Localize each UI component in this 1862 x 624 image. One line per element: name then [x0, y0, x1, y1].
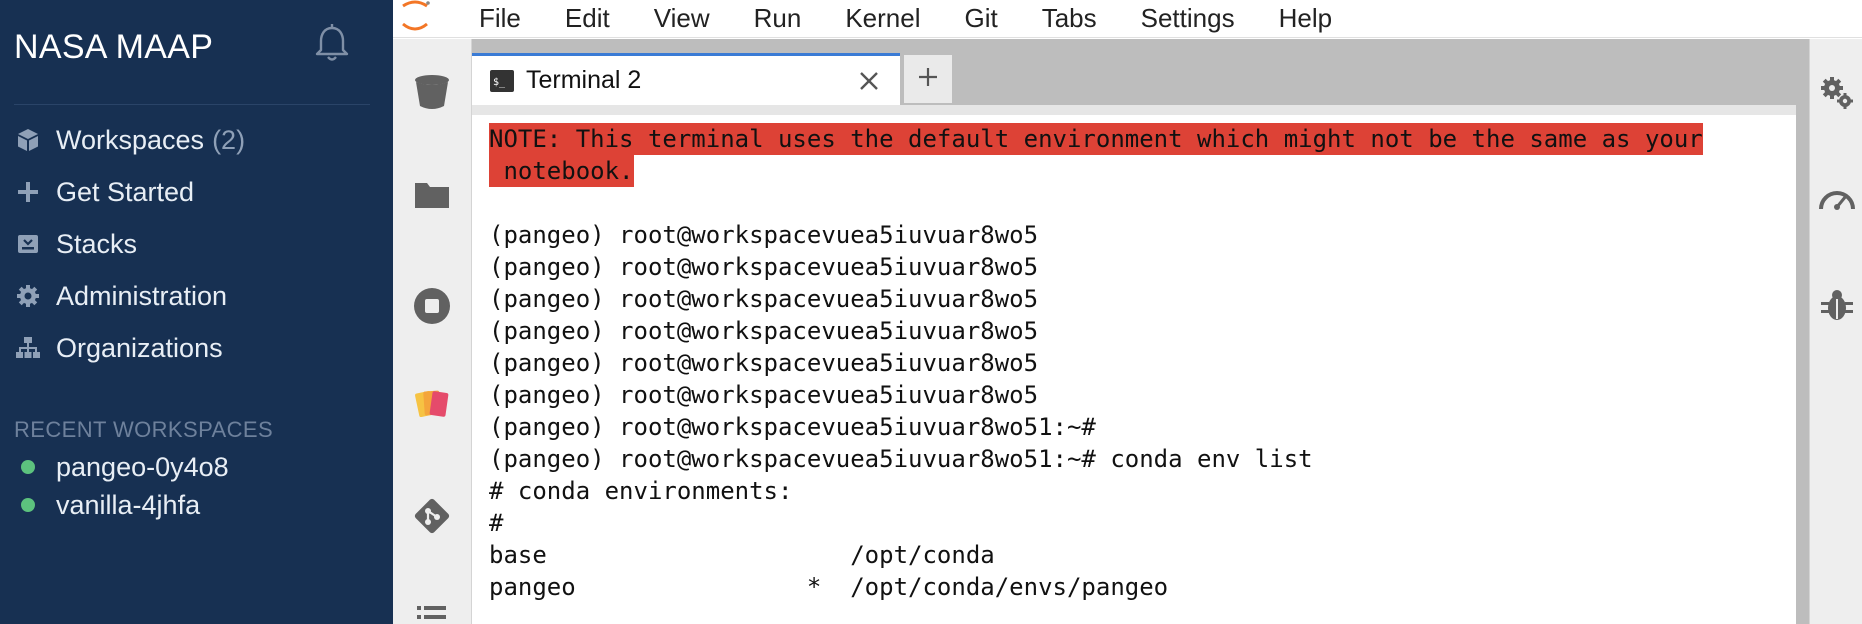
debugger-bug-icon[interactable]	[1817, 285, 1857, 325]
nav-administration-label: Administration	[56, 280, 228, 311]
menu-git[interactable]: Git	[964, 3, 997, 34]
status-dot	[21, 460, 35, 474]
close-icon[interactable]	[856, 68, 882, 94]
terminal-line: (pangeo) root@workspacevuea5iuvuar8wo5	[489, 221, 1039, 249]
nav-organizations[interactable]: Organizations	[14, 328, 374, 368]
bell-icon[interactable]	[310, 22, 354, 66]
plus-icon	[14, 178, 42, 206]
env-warning-line: notebook.	[489, 155, 634, 187]
trash-icon[interactable]	[407, 67, 457, 117]
terminal-line: pangeo * /opt/conda/envs/pangeo	[489, 573, 1169, 601]
nav-workspaces[interactable]: Workspaces (2)	[14, 120, 374, 160]
terminal-line: (pangeo) root@workspacevuea5iuvuar8wo51:…	[489, 413, 1096, 441]
terminal-output: NOTE: This terminal uses the default env…	[489, 123, 1703, 603]
status-dot	[21, 498, 35, 512]
nav-organizations-label: Organizations	[56, 332, 223, 363]
main-scrollbar[interactable]	[1796, 105, 1809, 624]
left-activity-bar	[393, 39, 472, 624]
terminal-line: #	[489, 509, 504, 537]
add-tab-button[interactable]	[904, 55, 952, 103]
nav-stacks[interactable]: Stacks	[14, 224, 374, 264]
recent-workspaces-header: RECENT WORKSPACES	[14, 417, 274, 442]
menu-run[interactable]: Run	[754, 3, 802, 34]
recent-workspace-label: vanilla-4jhfa	[56, 489, 201, 520]
menu-file[interactable]: File	[479, 3, 521, 34]
app-sidebar: NASA MAAP Workspaces (2) Get Started Sta…	[0, 0, 393, 624]
terminal-icon: $_	[490, 69, 514, 92]
terminal-line: # conda environments:	[489, 477, 793, 505]
stack-icon	[14, 230, 42, 258]
terminal-line: (pangeo) root@workspacevuea5iuvuar8wo51:…	[489, 445, 1313, 473]
workspaces-count: (2)	[212, 124, 246, 155]
right-activity-bar	[1809, 39, 1862, 624]
recent-workspace-label: pangeo-0y4o8	[56, 451, 229, 482]
menu-help[interactable]: Help	[1279, 3, 1332, 34]
brand-divider	[14, 104, 370, 105]
table-of-contents-icon[interactable]	[407, 587, 457, 624]
plus-icon	[916, 65, 940, 94]
tab-bar: $_ Terminal 2	[472, 39, 1809, 105]
brand-title: NASA MAAP	[14, 28, 214, 66]
nav-get-started-label: Get Started	[56, 176, 195, 207]
menu-edit[interactable]: Edit	[565, 3, 610, 34]
tab-terminal-2[interactable]: $_ Terminal 2	[472, 53, 900, 105]
git-icon[interactable]	[407, 491, 457, 541]
menubar: File Edit View Run Kernel Git Tabs Setti…	[393, 0, 1862, 38]
menu-kernel[interactable]: Kernel	[845, 3, 920, 34]
terminal-panel[interactable]: NOTE: This terminal uses the default env…	[472, 105, 1796, 624]
menu-settings[interactable]: Settings	[1141, 3, 1235, 34]
tab-label: Terminal 2	[526, 66, 642, 94]
gear-icon	[14, 282, 42, 310]
env-warning-line: NOTE: This terminal uses the default env…	[489, 123, 1703, 155]
nav-workspaces-label: Workspaces	[56, 124, 205, 155]
menu-tabs[interactable]: Tabs	[1042, 3, 1097, 34]
terminal-line: (pangeo) root@workspacevuea5iuvuar8wo5	[489, 381, 1039, 409]
nav-administration[interactable]: Administration	[14, 276, 374, 316]
folder-icon[interactable]	[407, 169, 457, 219]
jupyter-logo-icon[interactable]	[395, 0, 435, 38]
svg-text:$_: $_	[493, 77, 506, 88]
main-area: $_ Terminal 2 NOTE: This terminal uses t…	[472, 39, 1809, 624]
menu-view[interactable]: View	[654, 3, 710, 34]
cube-icon	[14, 126, 42, 154]
recent-workspace-item[interactable]: pangeo-0y4o8	[14, 450, 354, 484]
sitemap-icon	[14, 334, 42, 362]
terminal-line: base /opt/conda	[489, 541, 995, 569]
terminal-line: (pangeo) root@workspacevuea5iuvuar8wo5	[489, 349, 1039, 377]
resource-usage-gauge-icon[interactable]	[1817, 179, 1857, 219]
extension-icon[interactable]	[407, 379, 457, 429]
terminal-line: (pangeo) root@workspacevuea5iuvuar8wo5	[489, 285, 1039, 313]
terminal-line: (pangeo) root@workspacevuea5iuvuar8wo5	[489, 317, 1039, 345]
terminal-line: (pangeo) root@workspacevuea5iuvuar8wo5	[489, 253, 1039, 281]
property-inspector-gears-icon[interactable]	[1817, 73, 1857, 113]
nav-stacks-label: Stacks	[56, 228, 138, 259]
recent-workspace-item[interactable]: vanilla-4jhfa	[14, 488, 354, 522]
nav-get-started[interactable]: Get Started	[14, 172, 374, 212]
stop-running-icon[interactable]	[407, 281, 457, 331]
